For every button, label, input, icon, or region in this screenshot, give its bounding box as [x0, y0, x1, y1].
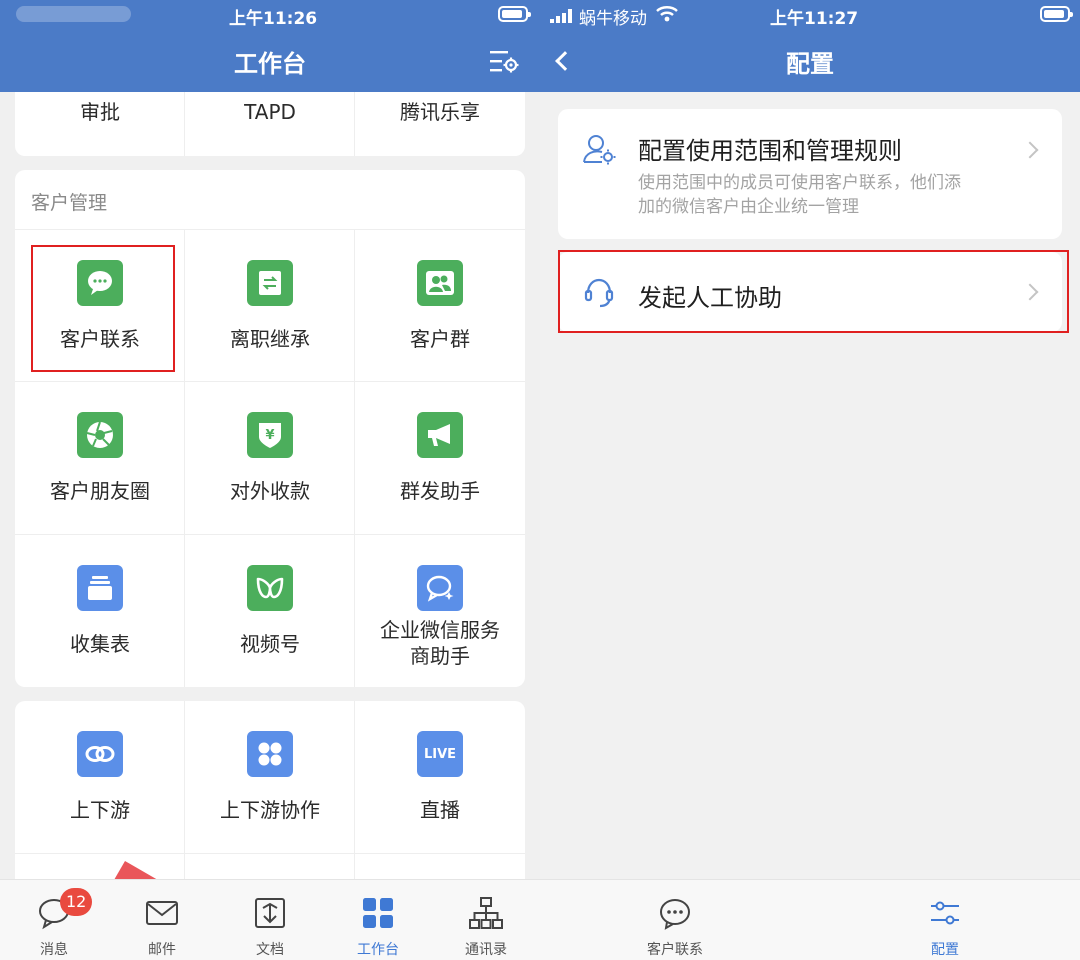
app-label: 客户群 — [410, 327, 470, 351]
app-label: 上下游协作 — [220, 798, 320, 822]
app-label: 直播 — [420, 798, 460, 822]
workbench-screen: 上午11:26 工作台 审批 TAPD 腾讯乐享 客户管理 客户联系 离职继承 … — [0, 0, 540, 960]
app-collection-form[interactable]: 收集表 — [15, 535, 185, 687]
apps-card-top: 审批 TAPD 腾讯乐享 — [15, 92, 525, 156]
app-channels[interactable]: 视频号 — [185, 535, 355, 687]
app-label: 群发助手 — [400, 479, 480, 503]
transfer-icon — [247, 260, 293, 306]
app-tencent-lexiang[interactable]: 腾讯乐享 — [355, 92, 525, 156]
aperture-icon — [77, 412, 123, 458]
app-label-line2: 商助手 — [410, 644, 470, 668]
workbench-icon — [363, 898, 393, 928]
app-approval[interactable]: 审批 — [15, 92, 185, 156]
screenshot-comparison: 上午11:26 工作台 审批 TAPD 腾讯乐享 客户管理 客户联系 离职继承 … — [0, 0, 1080, 960]
tab-workbench[interactable]: 工作台 — [324, 880, 432, 960]
bottom-tab-bar: 12 消息 邮件 文档 工作台 通讯录 — [0, 879, 540, 960]
tab-contacts[interactable]: 通讯录 — [432, 880, 540, 960]
app-label-line1: 企业微信服务 — [380, 618, 500, 642]
tab-messages[interactable]: 12 消息 — [0, 880, 108, 960]
tab-label: 工作台 — [357, 942, 399, 958]
section-title: 客户管理 — [31, 192, 108, 214]
chevron-right-icon — [1021, 141, 1039, 159]
app-tapd[interactable]: TAPD — [185, 92, 355, 156]
app-label: 离职继承 — [230, 327, 310, 351]
upstream-card: 上下游 上下游协作 LIVE 直播 行业 — [15, 701, 525, 891]
user-settings-icon — [582, 133, 616, 165]
live-icon: LIVE — [417, 731, 463, 777]
tab-label: 消息 — [40, 942, 68, 958]
app-customer-moments[interactable]: 客户朋友圈 — [15, 382, 185, 534]
tab-config[interactable]: 配置 — [810, 880, 1080, 960]
config-screen: 蜗牛移动 上午11:27 配置 配置使用范围和管理规则 使用范围中的成员可使用客… — [540, 0, 1080, 960]
app-external-payment[interactable]: ¥ 对外收款 — [185, 382, 355, 534]
app-label: 视频号 — [240, 632, 300, 656]
app-mass-send[interactable]: 群发助手 — [355, 382, 525, 534]
tab-label: 邮件 — [148, 942, 176, 958]
butterfly-icon — [247, 565, 293, 611]
app-resignation-inherit[interactable]: 离职继承 — [185, 230, 355, 382]
item-desc-line2: 加的微信客户由企业统一管理 — [638, 197, 859, 217]
highlight-box — [558, 250, 1069, 333]
tab-customer-contact[interactable]: 客户联系 — [540, 880, 810, 960]
tab-mail[interactable]: 邮件 — [108, 880, 216, 960]
app-label: 腾讯乐享 — [400, 100, 480, 124]
config-scope-rules-item[interactable]: 配置使用范围和管理规则 使用范围中的成员可使用客户联系，他们添 加的微信客户由企… — [558, 109, 1062, 239]
wifi-icon — [656, 5, 678, 23]
item-title: 配置使用范围和管理规则 — [638, 137, 902, 165]
app-label: 审批 — [80, 100, 120, 124]
battery-icon — [1040, 6, 1073, 22]
app-label: 上下游 — [70, 798, 130, 822]
workbench-settings-icon[interactable] — [488, 48, 520, 76]
carrier-name: 蜗牛移动 — [579, 9, 647, 29]
app-upstream[interactable]: 上下游 — [15, 701, 185, 853]
svg-text:¥: ¥ — [265, 428, 274, 443]
signal-icon — [550, 8, 572, 23]
blurred-carrier — [16, 6, 131, 22]
sliders-icon — [931, 901, 959, 925]
four-dots-icon — [247, 731, 293, 777]
app-label: 收集表 — [70, 632, 130, 656]
battery-icon — [498, 6, 531, 22]
app-live[interactable]: LIVE 直播 — [355, 701, 525, 853]
tab-label: 通讯录 — [465, 942, 507, 958]
highlight-box — [31, 245, 175, 372]
tray-icon — [77, 565, 123, 611]
yuan-shield-icon: ¥ — [247, 412, 293, 458]
config-header: 蜗牛移动 上午11:27 配置 — [540, 0, 1080, 92]
group-icon — [417, 260, 463, 306]
link-icon — [77, 731, 123, 777]
app-upstream-collab[interactable]: 上下游协作 — [185, 701, 355, 853]
mail-icon — [146, 901, 178, 925]
tab-docs[interactable]: 文档 — [216, 880, 324, 960]
tab-label: 文档 — [256, 942, 284, 958]
workbench-header: 上午11:26 工作台 — [0, 0, 540, 92]
app-service-provider-assistant[interactable]: 企业微信服务 商助手 — [355, 535, 525, 687]
page-title: 工作台 — [234, 50, 306, 78]
status-time: 上午11:26 — [229, 9, 318, 29]
org-chart-icon — [469, 897, 503, 929]
app-label: 客户朋友圈 — [50, 479, 150, 503]
status-time: 上午11:27 — [770, 9, 859, 29]
megaphone-icon — [417, 412, 463, 458]
page-title: 配置 — [786, 50, 834, 78]
tab-label: 配置 — [931, 942, 959, 958]
app-customer-group[interactable]: 客户群 — [355, 230, 525, 382]
doc-icon — [255, 898, 285, 928]
item-desc-line1: 使用范围中的成员可使用客户联系，他们添 — [638, 173, 961, 193]
app-label: 对外收款 — [230, 479, 310, 503]
bottom-tab-bar: 客户联系 配置 — [540, 879, 1080, 960]
tab-label: 客户联系 — [647, 942, 703, 958]
app-label: TAPD — [244, 100, 296, 124]
chat-bubble-icon — [660, 899, 690, 930]
unread-badge: 12 — [60, 888, 93, 916]
service-chat-icon — [417, 565, 463, 611]
